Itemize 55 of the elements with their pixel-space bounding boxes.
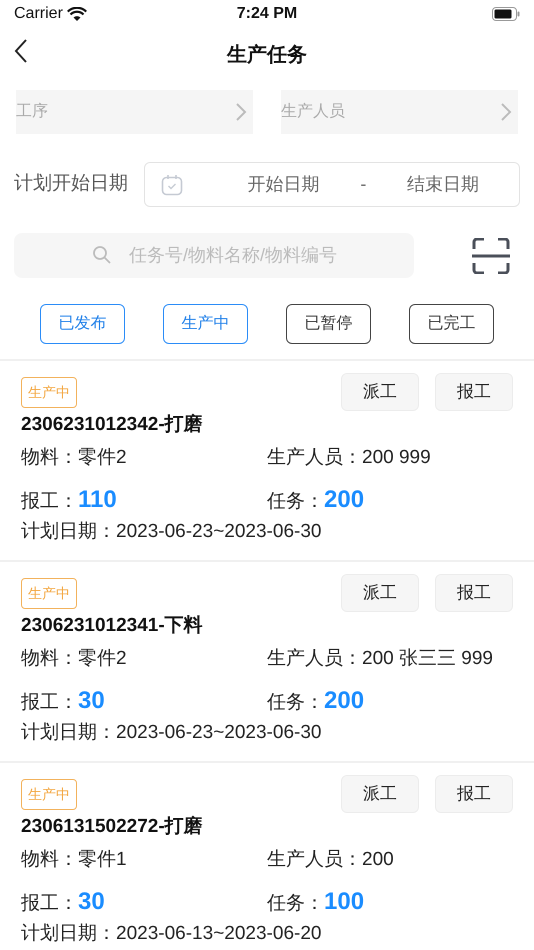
- status-tag: 生产中: [21, 578, 77, 609]
- task-label: 任务：: [267, 893, 324, 914]
- task-title: 2306231012342-打磨: [21, 412, 204, 437]
- reported-label: 报工：: [21, 692, 78, 713]
- staff-text: 生产人员：200 张三三 999: [267, 646, 493, 670]
- end-date-placeholder: 结束日期: [406, 173, 479, 196]
- date-separator: -: [360, 173, 366, 196]
- status-tag: 生产中: [21, 377, 77, 408]
- status-filter-button[interactable]: 生产中: [163, 304, 248, 344]
- date-filter-label: 计划开始日期: [14, 172, 128, 196]
- back-icon: [14, 38, 28, 64]
- staff-text: 生产人员：200 999: [267, 446, 431, 470]
- action-button[interactable]: 派工: [341, 775, 419, 813]
- wifi-icon: [66, 6, 87, 22]
- task-value: 100: [324, 888, 364, 915]
- action-button[interactable]: 派工: [341, 574, 419, 612]
- action-button[interactable]: 派工: [341, 373, 419, 411]
- chevron-right-icon: [235, 102, 247, 122]
- reported-value: 30: [78, 687, 105, 714]
- back-button[interactable]: [14, 38, 28, 64]
- task-label: 任务：: [267, 692, 324, 713]
- action-button[interactable]: 报工: [435, 373, 513, 411]
- calendar-icon: [161, 174, 183, 196]
- scan-icon[interactable]: [472, 238, 510, 274]
- task-title: 2306131502272-打磨: [21, 814, 204, 839]
- plan-date-text: 计划日期：2023-06-23~2023-06-30: [21, 721, 322, 745]
- start-date-placeholder: 开始日期: [248, 173, 320, 196]
- task-title: 2306231012341-下料: [21, 614, 204, 638]
- action-button[interactable]: 报工: [435, 775, 513, 813]
- search-icon: [92, 245, 112, 265]
- task-value: 200: [324, 687, 364, 714]
- status-filter-button[interactable]: 已完工: [409, 304, 494, 344]
- material-text: 物料：零件2: [21, 646, 128, 670]
- battery-icon: [492, 7, 520, 21]
- status-time: 7:24 PM: [236, 4, 298, 24]
- reported-label: 报工：: [21, 893, 78, 914]
- carrier-label: Carrier: [14, 4, 63, 24]
- material-text: 物料：零件1: [21, 848, 128, 872]
- action-button[interactable]: 报工: [435, 574, 513, 612]
- task-value: 200: [324, 486, 364, 513]
- reported-label: 报工：: [21, 491, 78, 512]
- status-filter-button[interactable]: 已暂停: [286, 304, 371, 344]
- status-filter-button[interactable]: 已发布: [40, 304, 125, 344]
- page-title: 生产任务: [227, 42, 307, 68]
- staff-text: 生产人员：200: [267, 848, 394, 872]
- date-range-field[interactable]: 开始日期 - 结束日期: [144, 162, 520, 207]
- chevron-right-icon: [500, 102, 512, 122]
- material-text: 物料：零件2: [21, 446, 128, 470]
- reported-value: 30: [78, 888, 105, 915]
- search-field[interactable]: 任务号/物料名称/物料编号: [14, 233, 414, 278]
- plan-date-text: 计划日期：2023-06-13~2023-06-20: [21, 922, 322, 946]
- plan-date-text: 计划日期：2023-06-23~2023-06-30: [21, 520, 322, 544]
- status-tag: 生产中: [21, 779, 77, 810]
- reported-value: 110: [78, 486, 117, 513]
- task-label: 任务：: [267, 491, 324, 512]
